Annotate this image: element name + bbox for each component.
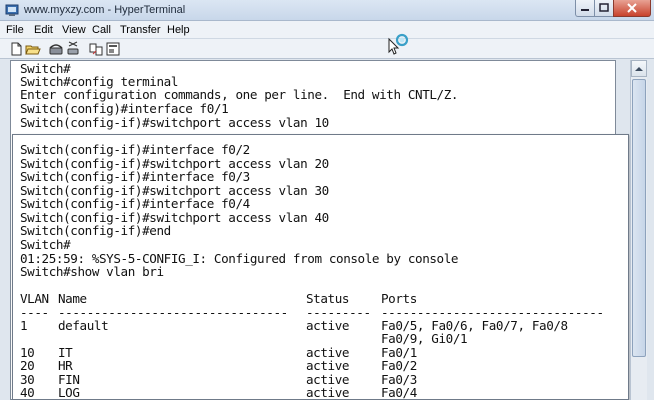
name-column-header: Name — [58, 291, 87, 306]
disconnect-icon[interactable] — [65, 41, 81, 57]
terminal-line: Switch#show vlan bri — [20, 264, 164, 279]
table-row: 20 HR active Fa0/2 — [13, 358, 628, 373]
terminal-line: Switch(config-if)#interface f0/2 — [20, 142, 250, 157]
ports-column-header: Ports — [381, 291, 417, 306]
vlan-id: 1 — [20, 318, 28, 333]
terminal-output-panel[interactable]: Switch(config-if)#interface f0/2 Switch(… — [12, 134, 629, 400]
table-row: 1 default active Fa0/5, Fa0/6, Fa0/7, Fa… — [13, 318, 628, 333]
terminal-line: Switch(config-if)#interface f0/3 — [20, 169, 250, 184]
maximize-button[interactable] — [594, 0, 614, 17]
menu-file[interactable]: File — [6, 24, 24, 36]
phone-icon[interactable] — [48, 41, 64, 57]
vlan-status: active — [306, 358, 350, 373]
vlan-name: default — [58, 318, 109, 333]
menu-view[interactable]: View — [62, 24, 86, 36]
vlan-ports: Fa0/2 — [381, 358, 417, 373]
send-icon[interactable] — [88, 41, 104, 57]
terminal-app-icon — [5, 3, 19, 17]
vlan-name: LOG — [58, 385, 80, 400]
open-icon[interactable] — [25, 41, 41, 57]
menu-transfer[interactable]: Transfer — [120, 24, 161, 36]
table-row: 40 LOG active Fa0/4 — [13, 385, 628, 400]
vlan-id: 20 — [20, 358, 35, 373]
status-column-header: Status — [306, 291, 350, 306]
vlan-status: active — [306, 318, 350, 333]
close-button[interactable] — [613, 0, 651, 17]
properties-icon[interactable] — [105, 41, 121, 57]
terminal-line: Enter configuration commands, one per li… — [20, 87, 459, 102]
terminal-line: Switch# — [20, 237, 71, 252]
scrollbar-thumb[interactable] — [632, 79, 646, 357]
new-icon[interactable] — [8, 41, 24, 57]
menu-call[interactable]: Call — [92, 24, 111, 36]
menu-help[interactable]: Help — [167, 24, 190, 36]
busy-cursor-icon — [386, 33, 410, 55]
terminal-line: Switch(config-if)#switchport access vlan… — [20, 115, 329, 130]
vlan-table-header: VLAN Name Status Ports — [13, 291, 628, 306]
vertical-scrollbar[interactable] — [630, 60, 647, 400]
scroll-up-button[interactable] — [631, 60, 647, 77]
menu-edit[interactable]: Edit — [34, 24, 53, 36]
chevron-up-icon — [635, 66, 643, 71]
vlan-name: HR — [58, 358, 73, 373]
vlan-id: 40 — [20, 385, 35, 400]
vlan-column-header: VLAN — [20, 291, 49, 306]
vlan-ports: Fa0/9, Gi0/1 — [381, 331, 468, 346]
terminal-line: Switch(config)#interface f0/1 — [20, 101, 229, 116]
window-title: www.myxzy.com - HyperTerminal — [24, 4, 186, 16]
terminal-line: Switch(config-if)#end — [20, 223, 171, 238]
menu-bar: File Edit View Call Transfer Help — [0, 21, 654, 39]
table-row-continuation: Fa0/9, Gi0/1 — [13, 331, 628, 346]
minimize-button[interactable] — [575, 0, 595, 17]
title-bar: www.myxzy.com - HyperTerminal — [0, 0, 654, 21]
terminal-line: Switch(config-if)#interface f0/4 — [20, 196, 250, 211]
toolbar — [0, 39, 654, 59]
vlan-status: active — [306, 385, 350, 400]
vlan-ports: Fa0/4 — [381, 385, 417, 400]
